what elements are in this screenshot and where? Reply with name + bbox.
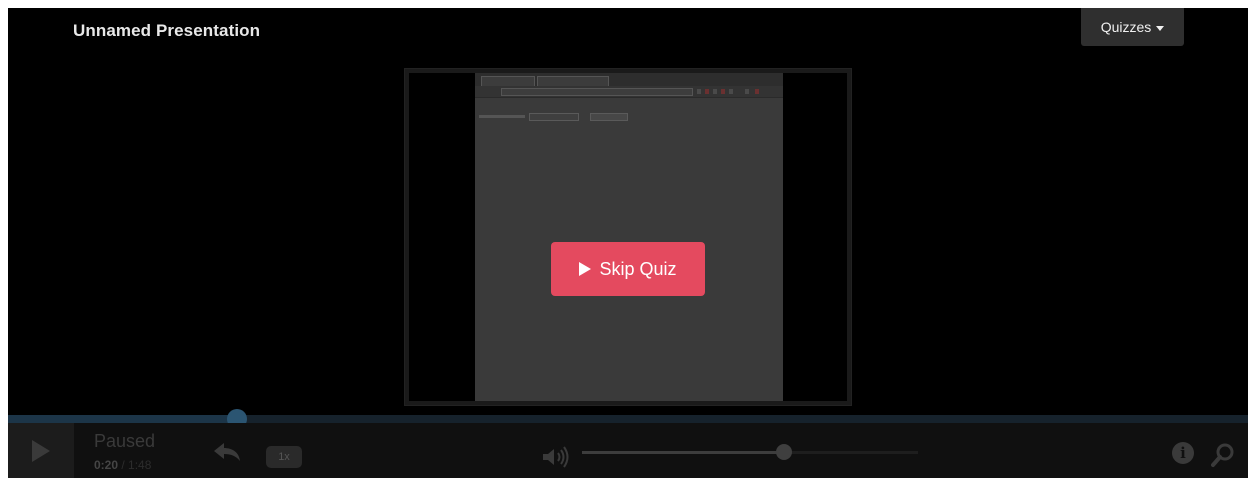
skip-quiz-label: Skip Quiz: [599, 258, 677, 279]
volume-slider[interactable]: [582, 444, 918, 460]
progress-bar[interactable]: [8, 409, 1248, 429]
recorded-url-bar: [475, 86, 783, 98]
recorded-toolbar-icon: [755, 89, 759, 94]
recorded-toolbar-icon: [745, 89, 749, 94]
quizzes-dropdown-button[interactable]: Quizzes: [1081, 8, 1184, 46]
chevron-down-icon: [1156, 25, 1165, 31]
playback-speed-button[interactable]: 1x: [266, 446, 302, 468]
recorded-toolbar-icon: [705, 89, 709, 94]
search-icon[interactable]: [1211, 442, 1235, 468]
play-icon: [32, 439, 50, 462]
recorded-toolbar-icon: [697, 89, 701, 94]
playback-status: Paused: [94, 431, 156, 451]
video-screen: [475, 73, 783, 401]
recorded-address-field: [501, 88, 693, 96]
control-bar: Paused 0:20 / 1:48 1x i: [8, 423, 1248, 478]
letterbox-right: [783, 73, 847, 401]
progress-fill: [8, 415, 238, 423]
recorded-toolbar-icon: [713, 89, 717, 94]
recorded-toolbar-icon: [721, 89, 725, 94]
recorded-toolbar-icon: [729, 89, 733, 94]
quizzes-label: Quizzes: [1100, 19, 1152, 35]
time-display: 0:20 / 1:48: [94, 458, 151, 472]
recorded-form-input: [529, 113, 579, 121]
volume-handle[interactable]: [775, 444, 792, 460]
play-icon: [579, 262, 592, 276]
presentation-title: Unnamed Presentation: [73, 21, 261, 40]
time-separator: /: [118, 458, 129, 472]
volume-fill: [582, 451, 784, 454]
recorded-form-button: [590, 113, 628, 121]
current-time: 0:20: [94, 458, 119, 472]
page-border-top: [0, 0, 1256, 8]
recorded-form-label: [479, 115, 525, 118]
play-button[interactable]: [8, 423, 74, 478]
skip-quiz-button[interactable]: Skip Quiz: [551, 242, 705, 296]
video-frame: [404, 68, 852, 406]
recorded-browser-tabs: [475, 73, 783, 87]
info-icon[interactable]: i: [1172, 442, 1194, 464]
page-border-left: [0, 0, 8, 478]
page-border-right: [1248, 0, 1256, 478]
letterbox-left: [409, 73, 475, 401]
total-time: 1:48: [128, 458, 152, 472]
volume-icon[interactable]: [541, 445, 571, 469]
rewind-icon[interactable]: [212, 441, 242, 463]
